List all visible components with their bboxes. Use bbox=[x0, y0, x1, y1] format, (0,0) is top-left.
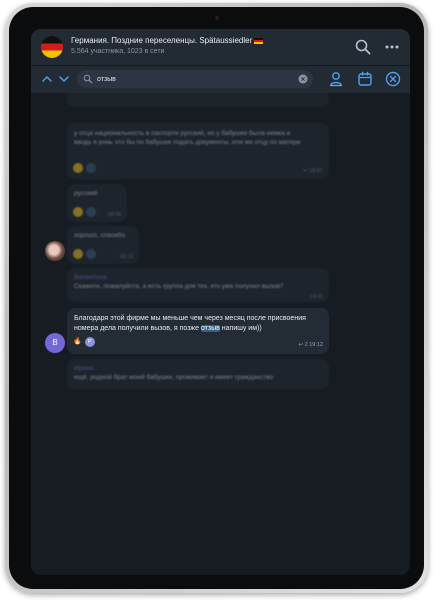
reaction-avatar bbox=[86, 249, 96, 259]
search-icon[interactable] bbox=[354, 38, 372, 56]
reaction-emoji-icon[interactable] bbox=[73, 249, 83, 259]
clear-search-icon[interactable] bbox=[298, 74, 308, 84]
message-reactions[interactable] bbox=[73, 207, 96, 217]
search-match-highlight: отзыв bbox=[200, 325, 220, 332]
sender-avatar[interactable] bbox=[45, 241, 65, 261]
message-reactions[interactable]: 🔥 Р bbox=[73, 337, 95, 347]
reaction-avatar bbox=[86, 207, 96, 217]
app-screen: Германия. Поздние переселенцы. Spätaussi… bbox=[31, 29, 410, 575]
chevron-up-icon[interactable] bbox=[41, 73, 53, 85]
message-reactions[interactable] bbox=[73, 249, 96, 259]
chat-title-text: Германия. Поздние переселенцы. Spätaussi… bbox=[71, 36, 253, 45]
magnifier-icon bbox=[83, 74, 93, 84]
message-list[interactable]: у отца национальность в паспорте русский… bbox=[31, 89, 410, 575]
user-filter-icon[interactable] bbox=[327, 70, 345, 88]
close-search-icon[interactable] bbox=[384, 70, 402, 88]
message-text: Скажите, пожалуйста, а есть группа для т… bbox=[74, 283, 284, 290]
reaction-avatar bbox=[86, 163, 96, 173]
message-meta: 18:13 bbox=[119, 254, 133, 260]
message-text-after: напишу им)) bbox=[219, 325, 262, 332]
message-bubble[interactable]: хорошо, спасибо 18:13 bbox=[67, 226, 139, 264]
fire-reaction-icon[interactable]: 🔥 bbox=[73, 337, 82, 347]
reaction-avatar: Р bbox=[84, 337, 95, 347]
message-meta: 19:11 bbox=[309, 294, 323, 300]
message-text: русский bbox=[74, 190, 98, 197]
message-text-before: Благодаря этой фирме мы меньше чем через… bbox=[74, 315, 306, 332]
message-bubble[interactable]: Ирина ещё, родной брат моей бабушки, про… bbox=[67, 359, 329, 389]
message-text: ещё, родной брат моей бабушки, проживает… bbox=[74, 374, 274, 381]
message-sender[interactable]: Ирина bbox=[74, 364, 93, 373]
message-bubble[interactable]: русский 18:08 bbox=[67, 184, 127, 222]
message-bubble[interactable] bbox=[67, 89, 329, 107]
message-bubble-highlighted[interactable]: Благодаря этой фирме мы меньше чем через… bbox=[67, 308, 329, 354]
message-meta: ↩ 2 19:12 bbox=[298, 342, 324, 348]
message-meta: 18:08 bbox=[107, 212, 121, 218]
tablet-frame: Германия. Поздние переселенцы. Spätaussi… bbox=[5, 3, 428, 593]
chat-subtitle: 5.564 участника, 1023 в сети bbox=[71, 48, 165, 55]
tablet-bezel: Германия. Поздние переселенцы. Spätaussi… bbox=[9, 7, 424, 589]
chat-header[interactable]: Германия. Поздние переселенцы. Spätaussi… bbox=[31, 29, 410, 65]
calendar-icon[interactable] bbox=[356, 70, 374, 88]
message-text: хорошо, спасибо bbox=[74, 232, 126, 239]
message-bubble[interactable]: Валентина Скажите, пожалуйста, а есть гр… bbox=[67, 268, 329, 302]
more-icon[interactable] bbox=[383, 38, 401, 56]
sender-avatar-b[interactable]: В bbox=[45, 333, 65, 353]
message-sender[interactable]: Валентина bbox=[74, 273, 107, 282]
message-meta: ↩ 18:07 bbox=[303, 168, 323, 174]
reaction-emoji-icon[interactable] bbox=[73, 163, 83, 173]
chevron-down-icon[interactable] bbox=[58, 73, 70, 85]
chat-title: Германия. Поздние переселенцы. Spätaussi… bbox=[71, 36, 331, 45]
search-field[interactable] bbox=[77, 70, 313, 88]
message-reactions[interactable] bbox=[73, 163, 96, 173]
message-text: Благодаря этой фирме мы меньше чем через… bbox=[74, 314, 324, 334]
front-camera bbox=[214, 16, 219, 20]
chat-avatar[interactable] bbox=[41, 36, 63, 58]
search-input[interactable] bbox=[97, 72, 287, 86]
german-flag-icon bbox=[254, 37, 264, 44]
message-bubble[interactable]: у отца национальность в паспорте русский… bbox=[67, 123, 329, 179]
message-text: у отца национальность в паспорте русский… bbox=[74, 130, 301, 146]
reaction-emoji-icon[interactable] bbox=[73, 207, 83, 217]
